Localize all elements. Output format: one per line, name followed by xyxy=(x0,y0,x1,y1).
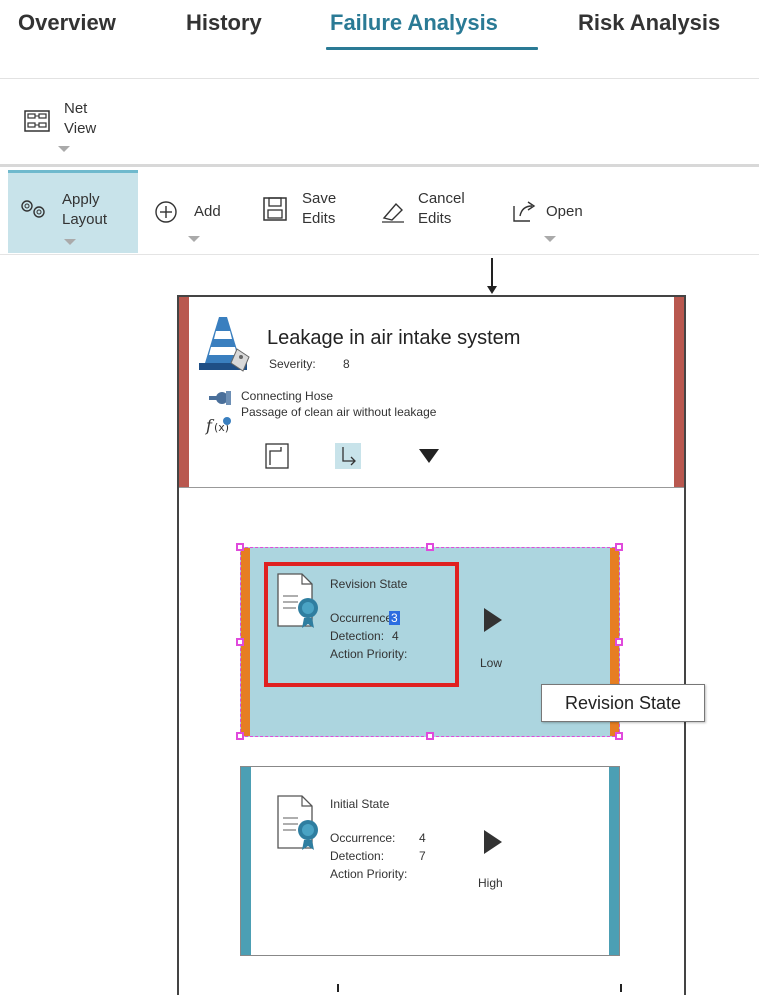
play-icon[interactable] xyxy=(484,830,502,854)
initial-bar-left xyxy=(241,767,251,955)
tab-overview[interactable]: Overview xyxy=(18,10,116,36)
severity-value: 8 xyxy=(343,357,350,371)
initial-detection-value: 7 xyxy=(419,849,426,863)
cancel-edits-label-2: Edits xyxy=(418,210,452,227)
failure-title: Leakage in air intake system xyxy=(267,327,521,349)
initial-occurrence-label: Occurrence: xyxy=(330,831,396,845)
initial-occurrence-value: 4 xyxy=(419,831,426,845)
edit-toolbar: Apply Layout Add Save Edits Cancel Edits xyxy=(0,168,759,255)
apply-layout-label-1: Apply xyxy=(62,191,100,208)
tab-history[interactable]: History xyxy=(186,10,262,36)
initial-bar-right xyxy=(609,767,619,955)
cancel-edits-label-1: Cancel xyxy=(418,190,465,207)
failure-bar-left xyxy=(179,297,189,487)
add-label: Add xyxy=(194,203,221,220)
cancel-edits-button[interactable]: Cancel Edits xyxy=(376,170,486,250)
save-edits-label-2: Edits xyxy=(302,210,336,227)
open-label: Open xyxy=(546,203,583,220)
initial-detection-label: Detection: xyxy=(330,849,385,863)
view-toolbar: Net View xyxy=(0,80,759,167)
revision-action-priority-value: Low xyxy=(480,656,503,670)
resize-handle-top-left[interactable] xyxy=(236,543,244,551)
apply-layout-button[interactable]: Apply Layout xyxy=(8,170,138,253)
active-tab-indicator xyxy=(326,47,538,50)
gears-icon xyxy=(21,200,45,218)
severity-label: Severity: xyxy=(269,357,316,371)
step-layout-icon[interactable] xyxy=(265,443,289,469)
initial-action-priority-value: High xyxy=(478,876,503,890)
chevron-down-icon xyxy=(544,236,556,242)
add-button[interactable]: Add xyxy=(150,170,240,250)
resize-handle-left[interactable] xyxy=(236,638,244,646)
net-view-button[interactable]: Net View xyxy=(18,100,118,160)
resize-handle-right[interactable] xyxy=(615,638,623,646)
initial-action-priority-label: Action Priority: xyxy=(330,867,408,881)
tab-risk-analysis[interactable]: Risk Analysis xyxy=(578,10,720,36)
chevron-down-icon xyxy=(188,236,200,242)
add-icon xyxy=(155,201,177,223)
initial-title: Initial State xyxy=(330,797,390,811)
tooltip: Revision State xyxy=(541,684,705,722)
save-edits-label-1: Save xyxy=(302,190,337,207)
tab-bar: Overview History Failure Analysis Risk A… xyxy=(0,0,759,79)
component-icon xyxy=(209,391,231,405)
highlight-selection xyxy=(264,562,459,687)
net-view-label-2: View xyxy=(64,120,97,137)
failure-header: Leakage in air intake system Severity: 8… xyxy=(179,297,684,488)
component-name: Connecting Hose xyxy=(241,389,334,403)
resize-handle-bottom[interactable] xyxy=(426,732,434,740)
save-edits-button[interactable]: Save Edits xyxy=(258,170,358,250)
expand-down-icon[interactable] xyxy=(417,447,441,465)
resize-handle-bottom-right[interactable] xyxy=(615,732,623,740)
traffic-cone-icon xyxy=(199,317,250,372)
function-icon: f (x) xyxy=(205,416,231,435)
branch-layout-icon[interactable] xyxy=(335,443,361,469)
chevron-down-icon xyxy=(64,239,76,245)
connector-line xyxy=(337,984,339,992)
play-icon[interactable] xyxy=(484,608,502,632)
connector-line xyxy=(491,258,493,288)
open-external-icon xyxy=(513,201,536,222)
save-icon xyxy=(263,197,287,221)
chevron-down-icon xyxy=(58,146,70,152)
net-view-label-1: Net xyxy=(64,100,88,117)
certificate-document-icon xyxy=(277,795,318,850)
arrow-down-icon xyxy=(487,286,497,294)
connector-line xyxy=(620,984,622,992)
open-button[interactable]: Open xyxy=(506,170,606,250)
failure-bar-right xyxy=(674,297,684,487)
resize-handle-top-right[interactable] xyxy=(615,543,623,551)
apply-layout-label-2: Layout xyxy=(62,211,108,228)
resize-handle-bottom-left[interactable] xyxy=(236,732,244,740)
net-view-icon xyxy=(24,110,50,132)
tab-failure-analysis[interactable]: Failure Analysis xyxy=(330,10,498,36)
eraser-icon xyxy=(382,202,404,223)
function-description: Passage of clean air without leakage xyxy=(241,405,437,419)
resize-handle-top[interactable] xyxy=(426,543,434,551)
